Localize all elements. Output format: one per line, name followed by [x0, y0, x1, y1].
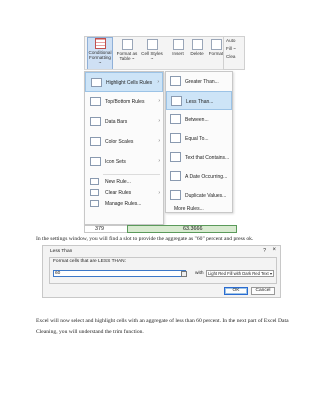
submenu-item-between[interactable]: Between... [166, 110, 232, 129]
result-paragraph: Excel will now select and highlight cell… [36, 318, 289, 335]
format-as-table-button[interactable]: Format as Table ~ [115, 39, 139, 61]
menu-item-data-bars[interactable]: Data Bars › [85, 112, 163, 132]
icon-sets-icon [90, 157, 101, 166]
menu-item-highlight-cells-rules[interactable]: Highlight Cells Rules › [85, 72, 163, 92]
conditional-formatting-menu: Highlight Cells Rules › Top/Bottom Rules… [84, 71, 164, 225]
submenu-item-equal-to[interactable]: Equal To... [166, 129, 232, 148]
range-selector-icon[interactable] [181, 271, 187, 277]
chevron-right-icon: › [158, 118, 160, 124]
format-cells-label: Format cells that are LESS THAN: [53, 259, 126, 264]
conditional-formatting-icon [94, 38, 106, 49]
selected-cell-value[interactable]: 63.3666 [127, 225, 237, 233]
calendar-icon [170, 171, 181, 181]
submenu-item-duplicate-values[interactable]: Duplicate Values... [166, 186, 232, 205]
clear-button[interactable]: Clea [224, 53, 244, 61]
chevron-right-icon: › [157, 79, 159, 85]
worksheet-cells: 379 63.3666 [84, 225, 237, 233]
format-style-select[interactable]: Light Red Fill with Dark Red Text ▾ [206, 270, 274, 277]
chevron-right-icon: › [158, 190, 160, 196]
less-than-dialog: Less Than ? × Format cells that are LESS… [42, 245, 281, 298]
submenu-item-greater-than[interactable]: Greater Than... [166, 72, 232, 91]
conditional-formatting-button[interactable]: Conditional Formatting ~ [87, 37, 113, 69]
editing-group: Auto Fill ~ Clea [223, 36, 245, 70]
delete-icon [191, 39, 203, 50]
text-contains-icon [170, 152, 181, 162]
with-label: with [195, 271, 204, 276]
top-bottom-icon [90, 97, 101, 106]
data-bars-icon [90, 117, 101, 126]
menu-item-manage-rules[interactable]: Manage Rules... [85, 199, 163, 209]
table-icon [121, 39, 133, 50]
menu-item-new-rule[interactable]: New Rule... [85, 177, 163, 187]
color-scales-icon [90, 137, 101, 146]
new-rule-icon [90, 178, 99, 185]
excel-ribbon: Conditional Formatting ~ Format as Table… [84, 36, 236, 70]
dialog-title: Less Than [50, 249, 73, 254]
manage-rules-icon [90, 200, 99, 207]
menu-item-top-bottom-rules[interactable]: Top/Bottom Rules › [85, 92, 163, 112]
help-icon[interactable]: ? [263, 248, 266, 254]
submenu-item-more-rules[interactable]: More Rules... [166, 204, 232, 213]
insert-icon [172, 39, 184, 50]
menu-divider [103, 174, 160, 175]
cell-styles-icon [146, 39, 158, 50]
menu-item-clear-rules[interactable]: Clear Rules › [85, 188, 163, 198]
submenu-item-less-than[interactable]: Less Than... [166, 91, 232, 110]
insert-button[interactable]: Insert [169, 39, 187, 56]
fill-button[interactable]: Fill ~ [224, 45, 244, 53]
close-icon[interactable]: × [272, 247, 276, 253]
clear-rules-icon [90, 189, 99, 196]
chevron-right-icon: › [158, 158, 160, 164]
equal-to-icon [170, 133, 181, 143]
menu-item-icon-sets[interactable]: Icon Sets › [85, 152, 163, 172]
chevron-right-icon: › [158, 138, 160, 144]
autosum-button[interactable]: Auto [224, 37, 244, 45]
chevron-down-icon: ▾ [269, 271, 272, 276]
cancel-button[interactable]: Cancel [251, 287, 275, 295]
cell-styles-button[interactable]: Cell Styles ~ [141, 39, 163, 61]
ok-button[interactable]: OK [224, 287, 248, 295]
menu-item-color-scales[interactable]: Color Scales › [85, 132, 163, 152]
highlight-cells-submenu: Greater Than... Less Than... Between... … [165, 71, 233, 213]
chevron-right-icon: › [158, 98, 160, 104]
cell-value[interactable]: 379 [95, 226, 104, 232]
less-than-value-input[interactable]: 60 [53, 270, 186, 277]
instruction-paragraph: In the settings window, you will find a … [36, 236, 254, 242]
format-cells-group: Format cells that are LESS THAN: 60 with… [49, 257, 277, 284]
highlight-cells-icon [91, 78, 102, 87]
submenu-item-date-occurring[interactable]: A Date Occurring... [166, 167, 232, 186]
delete-button[interactable]: Delete [188, 39, 206, 56]
format-icon [210, 39, 222, 50]
between-icon [170, 114, 181, 124]
submenu-item-text-contains[interactable]: Text that Contains... [166, 148, 232, 167]
less-than-icon [171, 96, 182, 106]
duplicate-values-icon [170, 190, 181, 200]
greater-than-icon [170, 76, 181, 86]
